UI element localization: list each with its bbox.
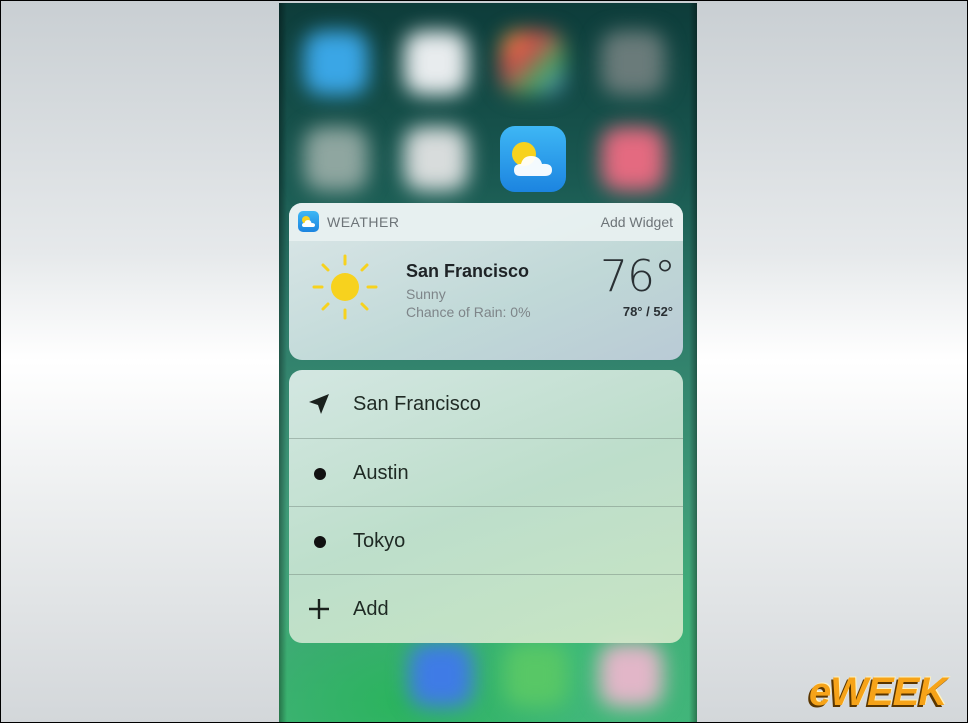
- blurred-app-icon: [501, 31, 565, 95]
- weather-widget[interactable]: WEATHER Add Widget San Francisco Sunny C…: [289, 203, 683, 360]
- blurred-app-icon: [601, 31, 665, 95]
- quick-action-label: Tokyo: [353, 530, 406, 552]
- screenshot-frame: WEATHER Add Widget San Francisco Sunny C…: [0, 0, 968, 723]
- quick-action-tokyo[interactable]: Tokyo: [289, 506, 683, 575]
- widget-city-name: San Francisco: [406, 261, 530, 281]
- blurred-dock-icon: [599, 643, 663, 707]
- quick-action-san-francisco[interactable]: San Francisco: [289, 370, 683, 438]
- widget-app-name: WEATHER: [327, 214, 400, 230]
- sun-icon: [312, 254, 378, 320]
- blurred-dock-icon: [504, 643, 568, 707]
- blurred-app-icon: [601, 127, 665, 191]
- dot-icon: [314, 536, 326, 548]
- eweek-logo: eWEEK: [809, 670, 947, 714]
- widget-header: WEATHER Add Widget: [289, 203, 683, 241]
- location-arrow-icon: [309, 394, 329, 414]
- widget-condition: Sunny: [406, 286, 446, 302]
- blurred-app-icon: [404, 127, 468, 191]
- add-widget-button[interactable]: Add Widget: [601, 214, 673, 230]
- blurred-app-icon: [304, 127, 368, 191]
- blurred-dock-icon: [409, 643, 473, 707]
- blurred-app-icon: [404, 31, 468, 95]
- widget-high-low: 78° / 52°: [622, 304, 673, 319]
- dot-icon: [314, 468, 326, 480]
- quick-action-label: Add: [353, 598, 389, 620]
- quick-action-label: Austin: [353, 462, 409, 484]
- weather-app-small-icon: [298, 211, 319, 232]
- quick-action-add[interactable]: Add: [289, 574, 683, 643]
- plus-icon: [309, 599, 329, 619]
- quick-action-label: San Francisco: [353, 393, 481, 415]
- widget-temperature: 76°: [600, 251, 676, 302]
- weather-app-icon[interactable]: [500, 126, 566, 192]
- blurred-app-icon: [304, 31, 368, 95]
- quick-actions-menu: San Francisco Austin Tokyo Add: [289, 370, 683, 643]
- widget-chance-of-rain: Chance of Rain: 0%: [406, 304, 531, 320]
- quick-action-austin[interactable]: Austin: [289, 438, 683, 507]
